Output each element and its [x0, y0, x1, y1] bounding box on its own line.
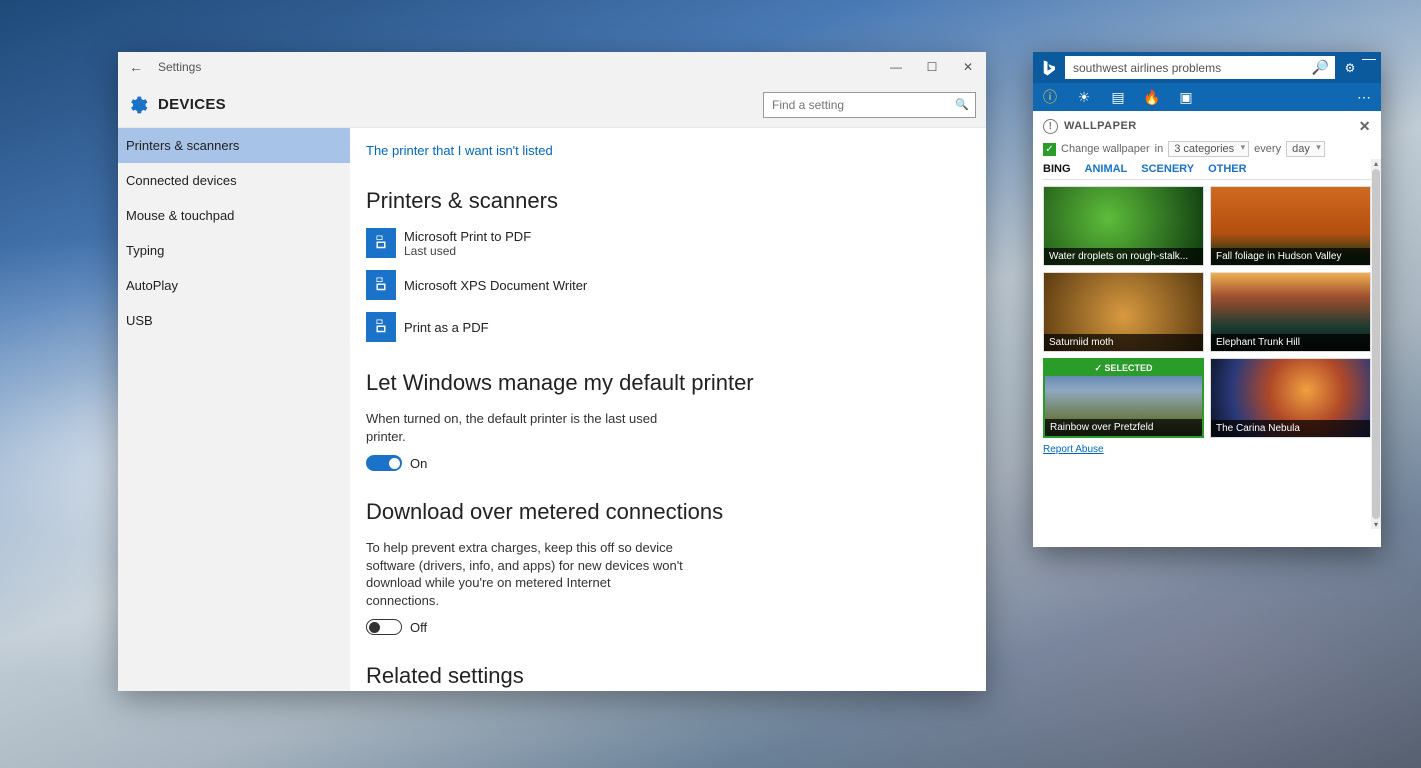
default-printer-desc: When turned on, the default printer is t…	[366, 410, 686, 445]
bing-logo-icon[interactable]	[1037, 56, 1061, 80]
bing-scrollbar[interactable]: ▴ ▾	[1371, 159, 1381, 529]
bing-widget: 🔎 ⚙ — ⓘ ☀ ▤ 🔥 ▣ ⋯ ! WALLPAPER ✕ ✓ Change…	[1033, 52, 1381, 547]
categories-dropdown[interactable]: 3 categories	[1168, 141, 1249, 157]
category-tabs: BING ANIMAL SCENERY OTHER	[1043, 163, 1371, 180]
search-box[interactable]: 🔍	[763, 92, 976, 118]
close-button[interactable]: ✕	[950, 60, 986, 74]
search-input[interactable]	[770, 97, 955, 113]
thumb-caption: The Carina Nebula	[1211, 420, 1370, 437]
printer-sub: Last used	[404, 244, 531, 258]
bing-content: ! WALLPAPER ✕ ✓ Change wallpaper in 3 ca…	[1033, 111, 1381, 547]
every-label: every	[1254, 143, 1281, 155]
category-tab-animal[interactable]: ANIMAL	[1085, 163, 1128, 175]
printer-name: Microsoft XPS Document Writer	[404, 278, 587, 293]
bing-settings-icon[interactable]: ⚙	[1339, 61, 1361, 75]
wallpaper-thumb[interactable]: Water droplets on rough-stalk...	[1043, 186, 1204, 266]
bing-search-input[interactable]	[1071, 60, 1312, 76]
printer-name: Print as a PDF	[404, 320, 489, 335]
category-tab-bing[interactable]: BING	[1043, 163, 1071, 175]
category-tab-scenery[interactable]: SCENERY	[1141, 163, 1194, 175]
printer-icon	[366, 312, 396, 342]
wallpaper-thumb[interactable]: Elephant Trunk Hill	[1210, 272, 1371, 352]
report-abuse-link[interactable]: Report Abuse	[1043, 444, 1104, 455]
thumb-caption: Elephant Trunk Hill	[1211, 334, 1370, 351]
scroll-down-icon[interactable]: ▾	[1371, 520, 1381, 529]
bing-search-box[interactable]: 🔎	[1065, 56, 1335, 79]
search-icon[interactable]: 🔍	[955, 98, 969, 111]
default-printer-heading: Let Windows manage my default printer	[366, 370, 970, 396]
sidebar-item-connected-devices[interactable]: Connected devices	[118, 163, 350, 198]
news-tab-icon[interactable]: ▤	[1109, 89, 1127, 106]
selected-badge: ✓ SELECTED	[1045, 360, 1202, 376]
sidebar-item-mouse-touchpad[interactable]: Mouse & touchpad	[118, 198, 350, 233]
weather-tab-icon[interactable]: ☀	[1075, 89, 1093, 106]
sidebar-item-printers-scanners[interactable]: Printers & scanners	[118, 128, 350, 163]
bing-search-icon[interactable]: 🔎	[1312, 59, 1329, 76]
gear-icon	[126, 94, 148, 116]
printer-icon	[366, 270, 396, 300]
section-title: DEVICES	[158, 96, 763, 113]
scroll-up-icon[interactable]: ▴	[1371, 159, 1381, 168]
bing-top-bar: 🔎 ⚙ —	[1033, 52, 1381, 83]
default-printer-toggle-row: On	[366, 455, 970, 471]
printer-microsoft-print-to-pdf[interactable]: Microsoft Print to PDFLast used	[366, 228, 970, 258]
titlebar: ← Settings — ☐ ✕	[118, 52, 986, 82]
settings-window: ← Settings — ☐ ✕ DEVICES 🔍 Printers & sc…	[118, 52, 986, 691]
sidebar-item-usb[interactable]: USB	[118, 303, 350, 338]
window-title: Settings	[154, 60, 878, 74]
content-area: The printer that I want isn't listed Pri…	[350, 128, 986, 691]
image-tab-icon[interactable]: ▣	[1177, 89, 1195, 106]
wallpaper-header: ! WALLPAPER ✕	[1043, 111, 1371, 141]
thumb-caption: Fall foliage in Hudson Valley	[1211, 248, 1370, 265]
header-row: DEVICES 🔍	[118, 82, 986, 128]
metered-toggle-label: Off	[410, 620, 427, 635]
category-tab-other[interactable]: OTHER	[1208, 163, 1247, 175]
trending-tab-icon[interactable]: 🔥	[1143, 89, 1161, 106]
sidebar-item-autoplay[interactable]: AutoPlay	[118, 268, 350, 303]
related-heading: Related settings	[366, 663, 970, 689]
metered-toggle[interactable]	[366, 619, 402, 635]
more-icon[interactable]: ⋯	[1355, 89, 1373, 106]
change-wallpaper-checkbox[interactable]: ✓	[1043, 143, 1056, 156]
metered-desc: To help prevent extra charges, keep this…	[366, 539, 686, 609]
wallpaper-thumb[interactable]: Fall foliage in Hudson Valley	[1210, 186, 1371, 266]
default-printer-toggle-label: On	[410, 456, 427, 471]
body: Printers & scannersConnected devicesMous…	[118, 128, 986, 691]
wallpaper-title: WALLPAPER	[1064, 120, 1137, 132]
sidebar-item-typing[interactable]: Typing	[118, 233, 350, 268]
minimize-button[interactable]: —	[878, 60, 914, 74]
sidebar: Printers & scannersConnected devicesMous…	[118, 128, 350, 691]
printer-name: Microsoft Print to PDF	[404, 229, 531, 244]
wallpaper-thumb[interactable]: Saturniid moth	[1043, 272, 1204, 352]
change-wallpaper-label: Change wallpaper	[1061, 143, 1150, 155]
metered-heading: Download over metered connections	[366, 499, 970, 525]
printer-not-listed-link[interactable]: The printer that I want isn't listed	[366, 143, 553, 158]
maximize-button[interactable]: ☐	[914, 60, 950, 74]
printer-print-as-a-pdf[interactable]: Print as a PDF	[366, 312, 970, 342]
in-label: in	[1155, 143, 1164, 155]
info-icon: !	[1043, 119, 1058, 134]
change-wallpaper-row: ✓ Change wallpaper in 3 categories every…	[1043, 141, 1371, 157]
info-tab-icon[interactable]: ⓘ	[1041, 87, 1059, 107]
thumb-caption: Water droplets on rough-stalk...	[1044, 248, 1203, 265]
scrollbar-thumb[interactable]	[1372, 169, 1380, 519]
bing-minimize-icon[interactable]: —	[1361, 52, 1377, 64]
panel-close-icon[interactable]: ✕	[1359, 118, 1371, 135]
metered-toggle-row: Off	[366, 619, 970, 635]
wallpaper-thumb[interactable]: ✓ SELECTED Rainbow over Pretzfeld	[1043, 358, 1204, 438]
default-printer-toggle[interactable]	[366, 455, 402, 471]
thumb-caption: Rainbow over Pretzfeld	[1045, 419, 1202, 436]
thumbnail-grid: Water droplets on rough-stalk... Fall fol…	[1043, 186, 1371, 438]
printer-icon	[366, 228, 396, 258]
back-button[interactable]: ←	[118, 59, 154, 75]
wallpaper-thumb[interactable]: The Carina Nebula	[1210, 358, 1371, 438]
bing-icon-tabs: ⓘ ☀ ▤ 🔥 ▣ ⋯	[1033, 83, 1381, 111]
period-dropdown[interactable]: day	[1286, 141, 1325, 157]
thumb-caption: Saturniid moth	[1044, 334, 1203, 351]
printers-heading: Printers & scanners	[366, 188, 970, 214]
printer-microsoft-xps-document-writer[interactable]: Microsoft XPS Document Writer	[366, 270, 970, 300]
